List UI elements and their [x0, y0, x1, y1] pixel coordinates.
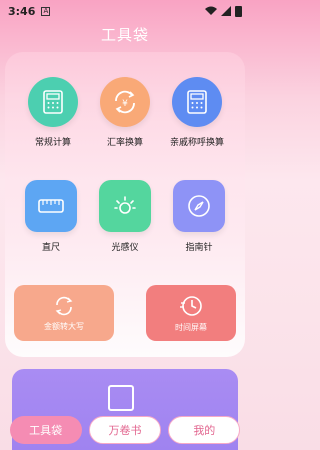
tool-ruler[interactable]: 直尺: [16, 180, 86, 253]
notification-icon: A: [41, 6, 51, 16]
battery-icon: [235, 5, 242, 17]
svg-text:¥: ¥: [122, 99, 128, 109]
tool-relative-title[interactable]: 亲戚称呼换算: [162, 77, 232, 148]
tool-label: 光感仪: [111, 243, 139, 253]
calculator-icon: [172, 77, 222, 127]
amount-to-uppercase-button[interactable]: 金额转大写: [14, 285, 114, 341]
tool-label: 指南针: [185, 243, 213, 253]
tab-mine[interactable]: 我的: [168, 416, 241, 444]
wifi-icon: [205, 6, 217, 15]
tab-toolbag[interactable]: 工具袋: [9, 416, 82, 444]
page-title: 工具袋: [100, 26, 149, 44]
light-sensor-icon: [99, 180, 151, 232]
tab-books[interactable]: 万卷书: [88, 416, 161, 444]
yuan-convert-icon: [55, 296, 73, 315]
currency-exchange-icon: ¥: [100, 77, 150, 127]
action-label: 金额转大写: [44, 321, 84, 331]
time-screen-button[interactable]: 时间屏幕: [146, 285, 236, 341]
bottom-nav: 工具袋 万卷书 我的: [0, 410, 250, 450]
ruler-icon: [25, 180, 77, 232]
tool-compass[interactable]: 指南针: [164, 180, 234, 253]
tool-label: 汇率换算: [106, 138, 143, 148]
tool-label: 直尺: [41, 243, 60, 253]
status-bar: 3:46 A: [0, 0, 250, 22]
tool-label: 常规计算: [34, 138, 71, 148]
action-label: 时间屏幕: [175, 322, 207, 332]
document-icon: [108, 385, 134, 411]
clock-icon: [180, 295, 202, 316]
tool-general-calc[interactable]: 常规计算: [18, 77, 88, 148]
calculator-icon: [28, 77, 78, 127]
tool-currency-exchange[interactable]: ¥ 汇率换算: [90, 77, 160, 148]
signal-icon: [221, 6, 231, 16]
status-time: 3:46: [8, 4, 36, 18]
status-icons: [205, 5, 242, 17]
compass-icon: [173, 180, 225, 232]
tool-light-sensor[interactable]: 光感仪: [90, 180, 160, 253]
tool-label: 亲戚称呼换算: [169, 138, 224, 148]
